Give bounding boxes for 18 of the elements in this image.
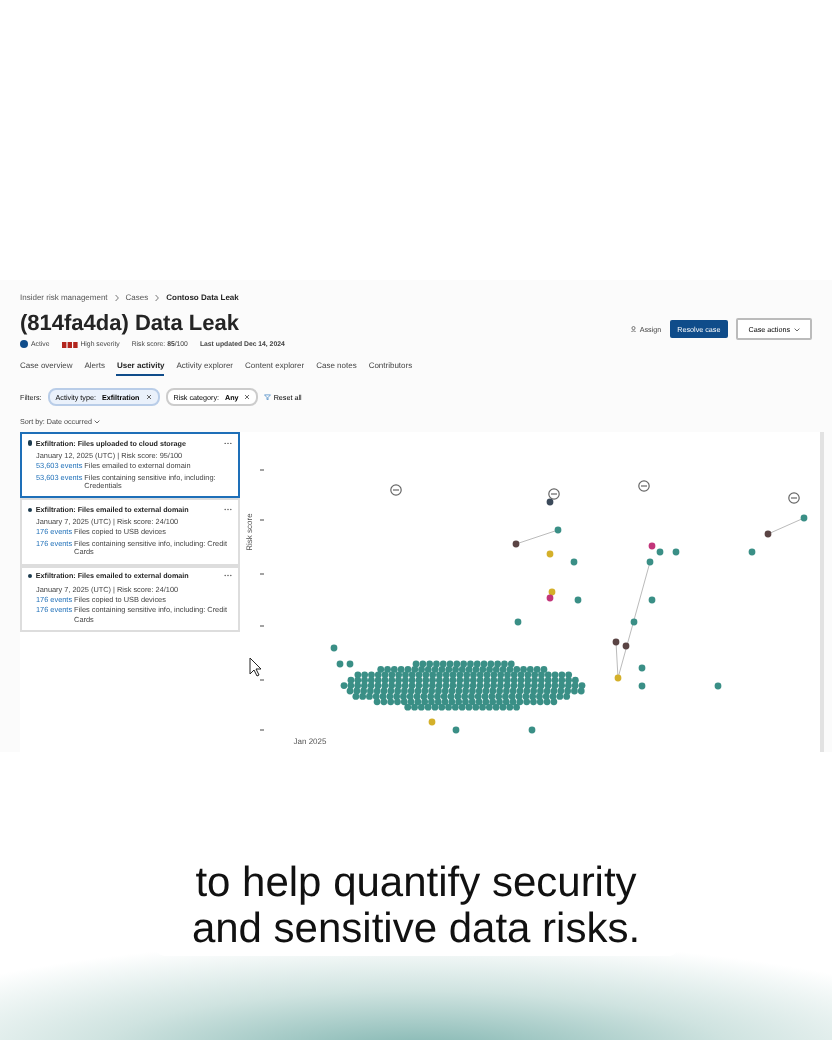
case-title: (814fa4da) Data Leak xyxy=(20,312,241,336)
person-icon xyxy=(630,325,638,333)
chevron-right-icon xyxy=(154,293,161,301)
bullet-icon xyxy=(28,507,33,512)
status-dot-icon xyxy=(20,340,28,348)
close-icon[interactable] xyxy=(244,394,251,400)
chevron-right-icon xyxy=(113,293,120,301)
minus-circle-icon[interactable] xyxy=(788,492,800,504)
minus-circle-icon[interactable] xyxy=(390,484,402,496)
close-icon[interactable] xyxy=(145,394,152,400)
severity-bars-icon xyxy=(61,341,78,347)
minus-circle-icon[interactable] xyxy=(548,488,560,500)
bullet-icon xyxy=(28,440,33,446)
filter-icon xyxy=(264,393,272,401)
bullet-icon xyxy=(28,573,33,579)
cursor-icon xyxy=(249,657,262,677)
minus-circle-icon[interactable] xyxy=(638,480,650,492)
activity-card[interactable] xyxy=(20,432,240,499)
